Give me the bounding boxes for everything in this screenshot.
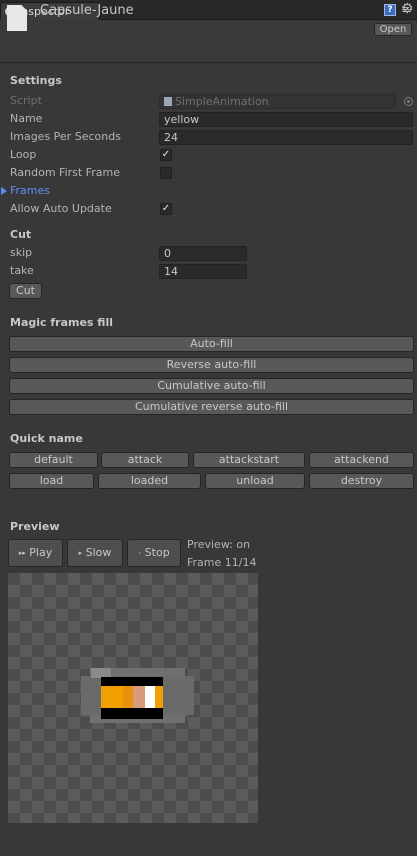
- random-first-frame-label: Random First Frame: [10, 166, 120, 179]
- quick-name-attack-button[interactable]: attack: [101, 452, 189, 468]
- script-icon: [164, 97, 172, 106]
- name-field[interactable]: yellow: [159, 112, 413, 127]
- cumulative-reverse-auto-fill-button[interactable]: Cumulative reverse auto-fill: [9, 399, 414, 415]
- slow-label: Slow: [85, 546, 112, 559]
- random-first-frame-checkbox[interactable]: [160, 167, 172, 179]
- quick-name-attackend-button[interactable]: attackend: [309, 452, 414, 468]
- gear-icon[interactable]: ⚙: [401, 1, 414, 17]
- quick-name-destroy-button[interactable]: destroy: [309, 473, 414, 489]
- open-button[interactable]: Open: [374, 23, 412, 36]
- script-label: Script: [10, 94, 42, 107]
- allow-auto-update-checkbox[interactable]: ✓: [160, 203, 172, 215]
- magic-fill-title: Magic frames fill: [10, 316, 113, 329]
- play-icon: ▸: [78, 549, 83, 557]
- skip-field[interactable]: 0: [159, 246, 247, 261]
- quick-name-loaded-button[interactable]: loaded: [98, 473, 201, 489]
- loop-checkbox[interactable]: ✓: [160, 149, 172, 161]
- fast-forward-icon: ▸▸: [18, 549, 26, 557]
- cut-button[interactable]: Cut: [9, 283, 42, 299]
- foldout-arrow-icon[interactable]: [1, 187, 7, 195]
- help-icon[interactable]: ?: [384, 4, 396, 16]
- quick-name-unload-button[interactable]: unload: [205, 473, 305, 489]
- stop-icon: ·: [138, 549, 142, 559]
- file-icon: [7, 5, 27, 31]
- settings-title: Settings: [10, 74, 62, 87]
- quick-name-attackstart-button[interactable]: attackstart: [193, 452, 305, 468]
- stop-label: Stop: [144, 546, 170, 559]
- play-label: Play: [29, 546, 53, 559]
- take-field[interactable]: 14: [159, 264, 247, 279]
- skip-label: skip: [10, 246, 33, 259]
- take-label: take: [10, 264, 34, 277]
- quick-name-title: Quick name: [10, 432, 83, 445]
- cut-title: Cut: [10, 228, 32, 241]
- object-picker-icon[interactable]: [404, 97, 413, 106]
- auto-fill-button[interactable]: Auto-fill: [9, 336, 414, 352]
- preview-canvas: [8, 573, 258, 823]
- quick-name-default-button[interactable]: default: [9, 452, 98, 468]
- loop-label: Loop: [10, 148, 37, 161]
- allow-auto-update-label: Allow Auto Update: [10, 202, 112, 215]
- ips-label: Images Per Seconds: [10, 130, 121, 143]
- frame-counter: Frame 11/14: [187, 556, 257, 569]
- frames-foldout[interactable]: Frames: [10, 184, 50, 197]
- script-value: SimpleAnimation: [175, 95, 269, 108]
- preview-status: Preview: on: [187, 538, 251, 551]
- quick-name-load-button[interactable]: load: [9, 473, 94, 489]
- header-divider: [0, 62, 417, 63]
- name-label: Name: [10, 112, 43, 125]
- ips-field[interactable]: 24: [159, 130, 413, 145]
- capsule-sprite: [81, 668, 194, 723]
- script-field: SimpleAnimation: [159, 94, 396, 109]
- reverse-auto-fill-button[interactable]: Reverse auto-fill: [9, 357, 414, 373]
- play-button[interactable]: ▸▸ Play: [8, 539, 63, 567]
- inspector-header: [0, 21, 417, 61]
- preview-title: Preview: [10, 520, 60, 533]
- object-name: Capsule-Jaune: [40, 3, 134, 18]
- cumulative-auto-fill-button[interactable]: Cumulative auto-fill: [9, 378, 414, 394]
- slow-button[interactable]: ▸ Slow: [67, 539, 123, 567]
- stop-button[interactable]: · Stop: [127, 539, 181, 567]
